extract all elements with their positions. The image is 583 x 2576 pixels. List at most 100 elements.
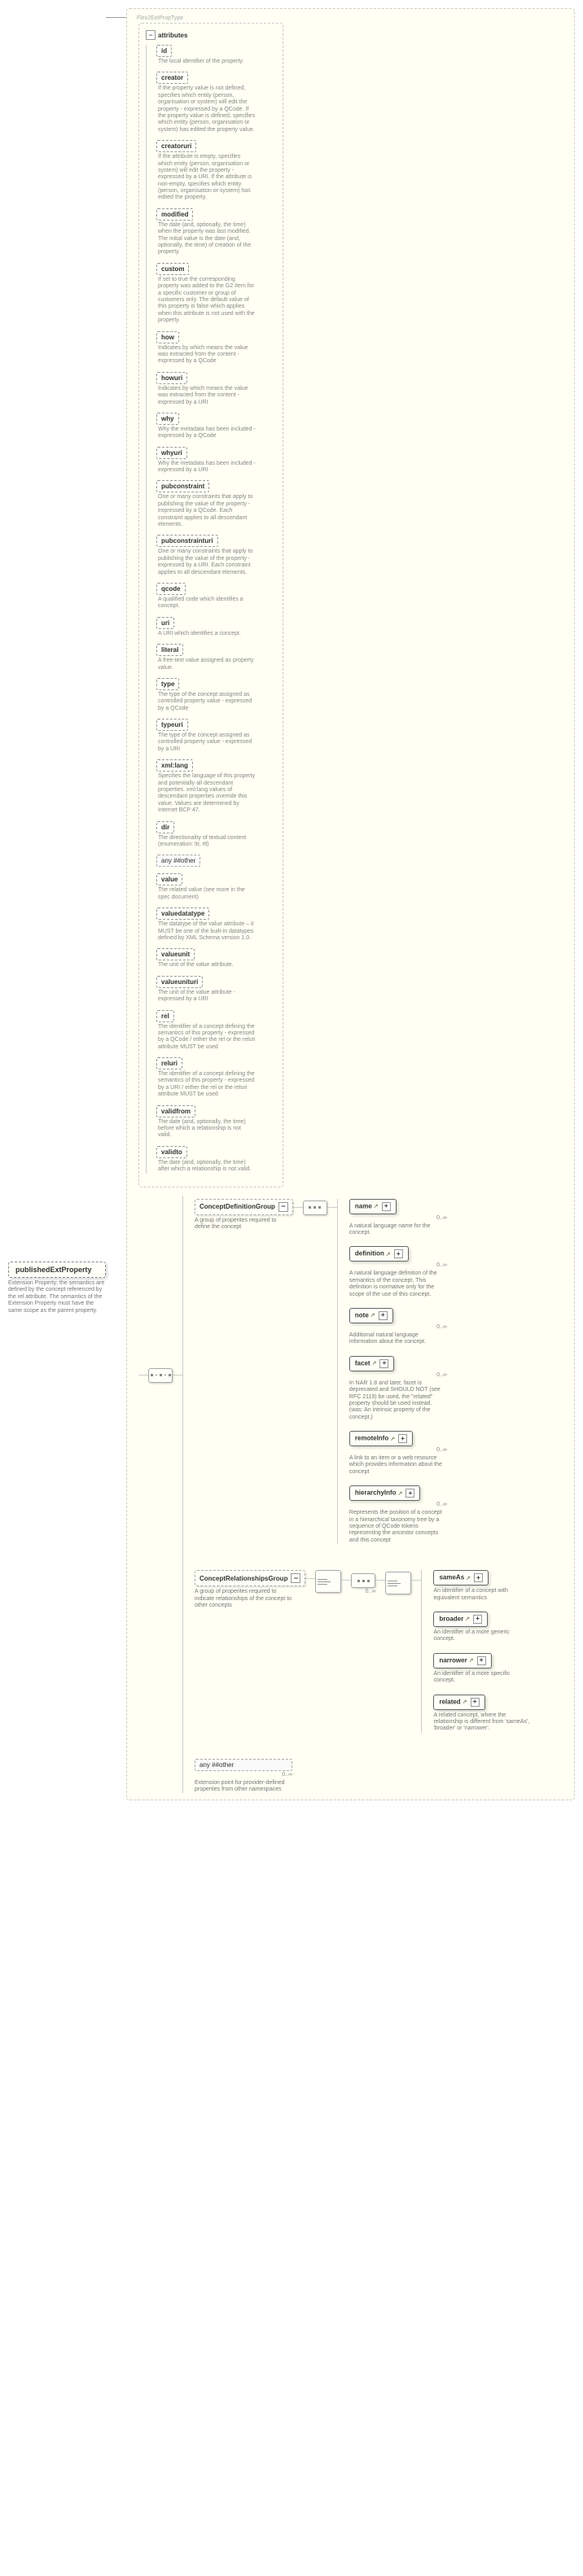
attribute-item: dir The directionality of textual content… [156,821,276,849]
element[interactable]: hierarchyInfo↗+ [349,1485,421,1501]
attribute-item: validfromThe date (and, optionally, the … [156,1105,276,1139]
attr-annotation: Why the metadata has been included - exp… [158,426,256,440]
concept-relationships-group-row: ConceptRelationshipsGroup − A group of p… [195,1570,531,1733]
attribute-item: xml:langSpecifies the language of this p… [156,759,276,814]
cardinality: 0..∞ [349,1215,447,1221]
attr-annotation: The directionality of textual content (e… [158,835,256,849]
attribute-item: whyWhy the metadata has been included - … [156,413,276,440]
attr-name: custom [156,263,189,275]
element-annotation: A link to an item or a web resource whic… [349,1455,447,1476]
attribute-item: any ##other [156,855,276,867]
attr-name: validfrom [156,1105,195,1117]
element[interactable]: sameAs↗+ [433,1570,489,1585]
link-icon: ↗ [398,1490,403,1497]
connector [106,17,126,18]
collapse-icon[interactable]: − [291,1573,300,1583]
expand-icon[interactable]: + [382,1202,391,1211]
cardinality: 0..∞ [349,1262,447,1268]
attr-annotation: The identifier of a concept defining the… [158,1024,256,1052]
link-icon: ↗ [374,1203,379,1209]
expand-icon[interactable]: + [394,1249,403,1258]
attr-annotation: A URI which identifies a concept. [158,631,256,637]
expand-icon[interactable]: + [398,1434,407,1443]
expand-icon[interactable]: + [405,1489,414,1498]
link-icon: ↗ [390,1436,395,1442]
element[interactable]: remoteInfo↗+ [349,1431,413,1446]
element[interactable]: definition↗+ [349,1246,409,1262]
attr-annotation: The local identifier of the property. [158,59,256,65]
attr-name: why [156,413,179,425]
attr-annotation: The date (and, optionally, the time) whe… [158,222,256,256]
attribute-list: idThe local identifier of the property. c… [146,45,276,1174]
sequence-icon [303,1201,327,1215]
attr-name: valueunit [156,948,195,960]
attribute-item: reluriThe identifier of a concept defini… [156,1057,276,1099]
concept-definition-group-row: ConceptDefinitionGroup − A group of prop… [195,1199,531,1545]
attribute-item: rel The identifier of a concept defining … [156,1010,276,1052]
any-other-row: any ##other 0..∞ Extension point for pro… [195,1759,531,1794]
attr-annotation: One or many constraints that apply to pu… [158,494,256,528]
expand-icon[interactable]: + [477,1656,486,1665]
expand-icon[interactable]: + [474,1573,483,1582]
choice-icon [385,1572,411,1594]
expand-icon[interactable]: + [379,1311,388,1320]
attribute-item: qcodeA qualified code which identifies a… [156,583,276,610]
attribute-item: idThe local identifier of the property. [156,45,276,65]
concept-relationships-group[interactable]: ConceptRelationshipsGroup − [195,1570,305,1586]
attribute-item: uriA URI which identifies a concept. [156,617,276,637]
element[interactable]: related↗+ [433,1695,484,1710]
attribute-item: valueunitThe unit of the value attribute… [156,948,276,969]
element-annotation: An identifier of a more generic concept. [433,1629,531,1643]
child-element: note↗+0..∞Additional natural language in… [349,1308,447,1346]
sequence-children: ConceptDefinitionGroup − A group of prop… [182,1196,531,1794]
attr-name: rel [156,1010,174,1022]
cardinality: 0..∞ [349,1502,447,1507]
element-annotation: An identifier of a more specific concept… [433,1671,531,1685]
attribute-item: howuriIndicates by which means the value… [156,372,276,406]
attribute-item: valuedatatypeThe datatype of the value a… [156,908,276,942]
expand-icon[interactable]: + [471,1698,480,1707]
attr-name: value [156,873,182,886]
sequence-icon [351,1573,375,1588]
cardinality: 0..∞ [351,1589,375,1594]
collapse-icon[interactable]: − [146,30,156,40]
attr-name: how [156,331,179,343]
attr-name: valueunituri [156,976,203,988]
attr-name: creatoruri [156,140,196,152]
element-annotation: Represents the position of a concept in … [349,1510,447,1544]
expand-icon[interactable]: + [473,1615,482,1624]
element[interactable]: broader↗+ [433,1612,488,1627]
attribute-item: literalA free-text value assigned as pro… [156,644,276,671]
link-icon: ↗ [386,1251,391,1257]
link-icon: ↗ [372,1360,377,1367]
attr-annotation: A free-text value assigned as property v… [158,658,256,671]
concept-definition-group[interactable]: ConceptDefinitionGroup − [195,1199,293,1215]
element[interactable]: facet↗+ [349,1356,395,1371]
element[interactable]: narrower↗+ [433,1653,491,1668]
cardinality: 0..∞ [195,1772,292,1778]
link-icon: ↗ [469,1657,474,1664]
attr-any: any ##other [156,855,200,867]
attr-name: typeuri [156,719,188,731]
element[interactable]: name↗+ [349,1199,397,1214]
group-label: ConceptDefinitionGroup [199,1203,275,1210]
element-annotation: A related concept, where the relationshi… [433,1712,531,1733]
child-element: broader↗+ An identifier of a more generic… [433,1612,531,1643]
attr-name: dir [156,821,174,833]
attr-annotation: The datatype of the value attribute – it… [158,921,256,942]
cardinality: 0..∞ [349,1447,447,1453]
attributes-box: − attributes idThe local identifier of t… [138,23,283,1187]
attributes-header[interactable]: − attributes [146,30,276,40]
attr-annotation: The date (and, optionally, the time) aft… [158,1160,256,1174]
attr-name: howuri [156,372,187,384]
attr-annotation: The type of the concept assigned as cont… [158,733,256,753]
diagram-root: publishedExtProperty Extension Property;… [8,8,575,1800]
expand-icon[interactable]: + [379,1359,388,1368]
link-icon: ↗ [370,1312,375,1319]
attribute-item: whyuriWhy the metadata has been included… [156,447,276,475]
collapse-icon[interactable]: − [278,1202,288,1212]
element[interactable]: note↗+ [349,1308,393,1323]
attribute-item: typeuri The type of the concept assigned … [156,719,276,753]
crg-children: sameAs↗+An identifier of a concept with … [421,1570,531,1733]
attributes-label: attributes [158,32,187,39]
